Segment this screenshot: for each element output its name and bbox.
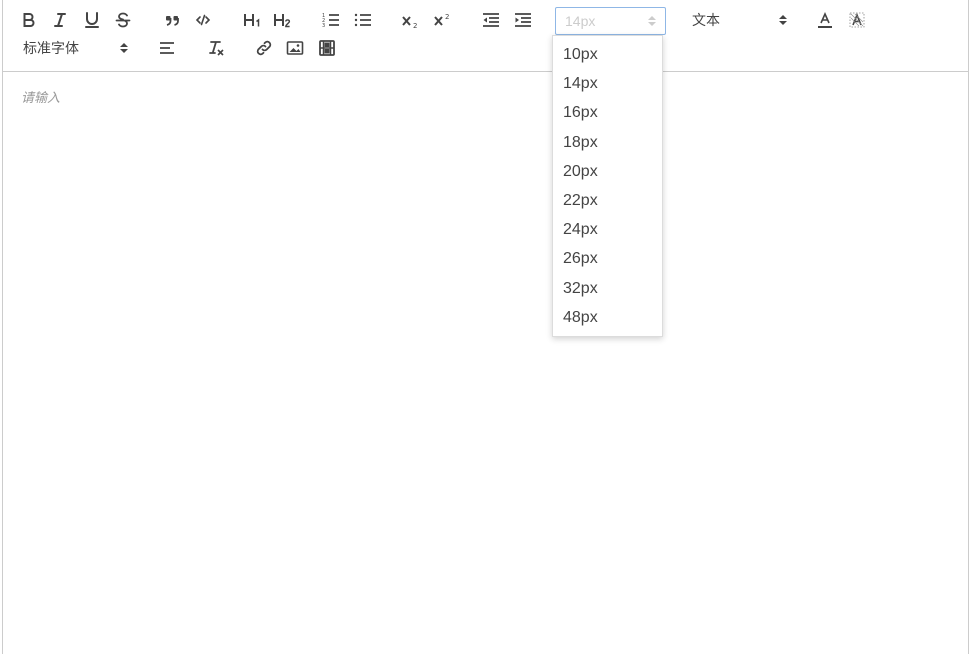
editor-content[interactable]: 请输入 bbox=[3, 72, 969, 654]
chevron-up-down-icon bbox=[778, 13, 788, 27]
font-size-picker[interactable]: 14px bbox=[555, 7, 666, 35]
ordered-list-icon: 123 bbox=[322, 12, 340, 28]
video-icon bbox=[318, 39, 336, 57]
header-1-button[interactable] bbox=[240, 8, 264, 32]
font-family-picker[interactable]: 标准字体 bbox=[23, 34, 129, 62]
svg-text:2: 2 bbox=[445, 13, 449, 21]
bold-icon bbox=[21, 12, 37, 28]
blockquote-icon bbox=[164, 12, 180, 28]
outdent-button[interactable] bbox=[479, 8, 503, 32]
italic-button[interactable] bbox=[48, 8, 72, 32]
header-2-button[interactable] bbox=[271, 8, 295, 32]
italic-icon bbox=[52, 12, 68, 28]
editor-placeholder: 请输入 bbox=[21, 90, 61, 105]
underline-button[interactable] bbox=[80, 8, 104, 32]
background-color-icon bbox=[848, 11, 866, 29]
font-size-option[interactable]: 22px bbox=[553, 186, 662, 215]
ordered-list-button[interactable]: 123 bbox=[319, 8, 343, 32]
code-block-button[interactable] bbox=[191, 8, 215, 32]
toolbar: 123 2 2 14px 文本 标准字体 bbox=[3, 0, 969, 72]
subscript-icon: 2 bbox=[401, 13, 421, 29]
bullet-list-icon bbox=[354, 12, 372, 28]
align-left-icon bbox=[158, 40, 176, 56]
code-block-icon bbox=[195, 12, 211, 28]
font-size-option[interactable]: 10px bbox=[553, 40, 662, 69]
font-size-option[interactable]: 48px bbox=[553, 303, 662, 332]
text-color-button[interactable] bbox=[813, 8, 837, 32]
font-family-picker-label: 标准字体 bbox=[23, 40, 79, 56]
text-color-icon bbox=[816, 11, 834, 29]
background-color-button[interactable] bbox=[845, 8, 869, 32]
subscript-button[interactable]: 2 bbox=[399, 9, 423, 33]
svg-text:2: 2 bbox=[413, 22, 417, 29]
font-size-option[interactable]: 16px bbox=[553, 98, 662, 127]
header-picker-label: 文本 bbox=[692, 12, 720, 28]
indent-button[interactable] bbox=[511, 8, 535, 32]
bullet-list-button[interactable] bbox=[351, 8, 375, 32]
image-button[interactable] bbox=[283, 36, 307, 60]
clear-format-icon bbox=[207, 39, 225, 57]
font-size-option[interactable]: 14px bbox=[553, 69, 662, 98]
indent-icon bbox=[514, 12, 532, 28]
underline-icon bbox=[84, 12, 100, 28]
strike-button[interactable] bbox=[111, 8, 135, 32]
strikethrough-icon bbox=[115, 12, 131, 28]
chevron-up-down-icon bbox=[119, 41, 129, 55]
align-button[interactable] bbox=[155, 36, 179, 60]
bold-button[interactable] bbox=[17, 8, 41, 32]
font-size-option[interactable]: 26px bbox=[553, 244, 662, 273]
video-button[interactable] bbox=[315, 36, 339, 60]
font-size-picker-label: 14px bbox=[565, 13, 596, 29]
superscript-icon: 2 bbox=[433, 12, 453, 28]
header-2-icon bbox=[273, 12, 293, 28]
image-icon bbox=[286, 40, 304, 56]
svg-text:3: 3 bbox=[322, 23, 325, 28]
header-picker[interactable]: 文本 bbox=[692, 6, 788, 34]
clear-format-button[interactable] bbox=[204, 36, 228, 60]
superscript-button[interactable]: 2 bbox=[431, 8, 455, 32]
font-size-option[interactable]: 20px bbox=[553, 157, 662, 186]
link-button[interactable] bbox=[252, 36, 276, 60]
font-size-option[interactable]: 32px bbox=[553, 274, 662, 303]
header-1-icon bbox=[243, 12, 261, 28]
font-size-dropdown: 10px 14px 16px 18px 20px 22px 24px 26px 32px 48px bbox=[552, 35, 663, 337]
outdent-icon bbox=[482, 12, 500, 28]
font-size-option[interactable]: 24px bbox=[553, 215, 662, 244]
link-icon bbox=[255, 39, 273, 57]
rich-text-editor: 123 2 2 14px 文本 标准字体 请输入 bbox=[2, 0, 969, 654]
font-size-option[interactable]: 18px bbox=[553, 128, 662, 157]
blockquote-button[interactable] bbox=[160, 8, 184, 32]
chevron-up-down-icon bbox=[647, 14, 657, 28]
